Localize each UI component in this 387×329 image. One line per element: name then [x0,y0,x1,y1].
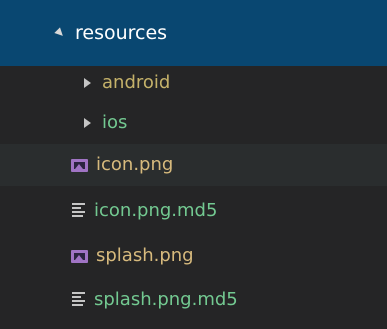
file-explorer-tree: resources android ios icon.png icon.png.… [0,0,387,329]
tree-item-splash-png[interactable]: splash.png [0,236,387,276]
text-file-icon [72,203,85,219]
tree-item-label: ios [102,112,128,133]
tree-item-icon-png-md5[interactable]: icon.png.md5 [0,191,387,231]
collapsed-arrow-icon[interactable] [84,118,91,128]
tree-item-splash-png-md5[interactable]: splash.png.md5 [0,280,387,320]
text-file-icon [72,292,85,308]
tree-item-label: android [102,71,171,93]
tree-item-android[interactable]: android [0,66,387,99]
tree-item-label: splash.png.md5 [94,289,238,310]
image-file-icon [71,249,88,263]
tree-item-label: resources [75,21,168,44]
tree-item-icon-png[interactable]: icon.png [0,144,387,186]
tree-item-ios[interactable]: ios [0,106,387,140]
tree-item-label: icon.png.md5 [94,200,218,221]
collapsed-arrow-icon[interactable] [84,77,91,88]
tree-item-resources[interactable]: resources [0,0,387,66]
tree-item-label: icon.png [96,154,174,175]
image-file-icon [71,158,88,172]
expanded-arrow-icon[interactable] [54,27,66,39]
tree-item-label: splash.png [96,245,194,266]
